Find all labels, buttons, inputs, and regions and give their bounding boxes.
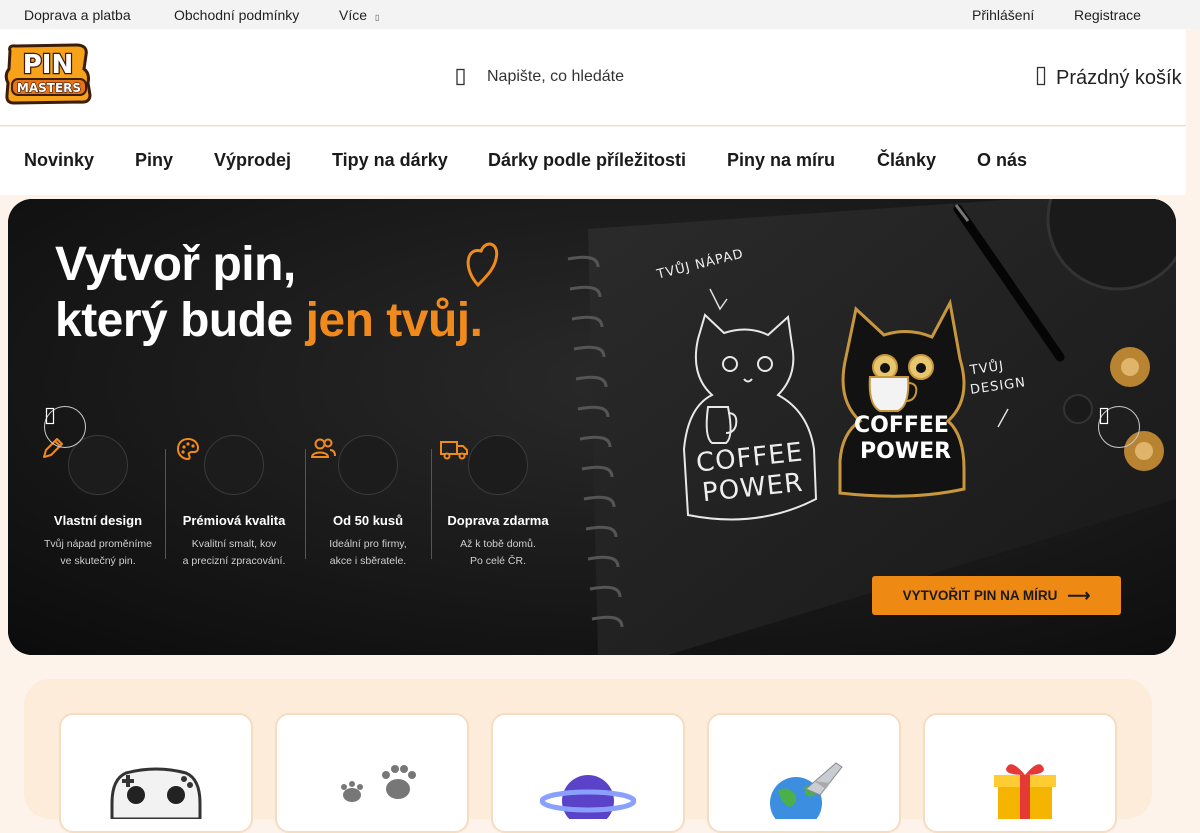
svg-text:MASTERS: MASTERS (17, 81, 81, 95)
nav-item-vyprodej[interactable]: Výprodej (214, 150, 291, 171)
truck-icon (440, 435, 528, 495)
feature-desc: Kvalitní smalt, kov a precizní zpracování… (174, 536, 294, 570)
nav-item-clanky[interactable]: Články (877, 150, 936, 171)
logo[interactable]: PIN MASTERS (4, 43, 92, 105)
terms-link[interactable]: Obchodní podmínky (174, 7, 299, 23)
feature-desc: Až k tobě domů. Po celé ČR. (438, 536, 558, 570)
pin-text-1: COFFEE (854, 413, 949, 438)
paw-icon (341, 765, 416, 802)
more-label: Více (339, 7, 368, 23)
cart-icon (1036, 66, 1046, 91)
feature-title: Prémiová kvalita (182, 513, 286, 528)
chevron-down-icon: ▯ (375, 13, 380, 22)
feature-desc-line: a precizní zpracování. (182, 555, 286, 567)
feature-desc: Tvůj nápad proměníme ve skutečný pin. (38, 536, 158, 570)
cart-button[interactable]: Prázdný košík (1036, 65, 1182, 91)
divider (431, 449, 432, 559)
hero-title-accent: jen tvůj. (305, 294, 483, 347)
feature-desc-line: akce i sběratele. (329, 555, 407, 567)
feature-desc-line: Ideální pro firmy, (329, 538, 407, 550)
site-header: PIN MASTERS Napište, co hledáte Prázdný … (0, 29, 1186, 126)
nav-item-tipy[interactable]: Tipy na dárky (332, 150, 448, 171)
nav-item-na-miru[interactable]: Piny na míru (727, 150, 835, 171)
pin-masters-logo-icon: PIN MASTERS (4, 43, 92, 105)
feature-desc-line: Kvalitní smalt, kov (191, 538, 277, 550)
nav-item-prilezitosti[interactable]: Dárky podle příležitosti (488, 150, 686, 171)
palette-icon (176, 435, 264, 495)
carousel-prev-button[interactable] (44, 406, 86, 448)
category-card-gifts[interactable] (923, 713, 1117, 833)
category-card-travel[interactable] (707, 713, 901, 833)
divider (165, 449, 166, 559)
feature-title: Vlastní design (53, 513, 143, 528)
carousel-next-button[interactable] (1098, 406, 1140, 448)
nav-item-novinky[interactable]: Novinky (24, 150, 94, 171)
nav-item-o-nas[interactable]: O nás (977, 150, 1027, 171)
register-link[interactable]: Registrace (1074, 7, 1141, 23)
cta-label: VYTVOŘIT PIN NA MÍRU (902, 588, 1058, 603)
create-pin-button[interactable]: VYTVOŘIT PIN NA MÍRU ⟶ (872, 576, 1121, 615)
main-nav: Novinky Piny Výprodej Tipy na dárky Dárk… (0, 127, 1186, 195)
login-link[interactable]: Přihlášení (972, 7, 1034, 23)
svg-text:PIN: PIN (23, 50, 74, 80)
feature-title: Doprava zdarma (447, 513, 549, 528)
cart-label: Prázdný košík (1056, 66, 1182, 89)
divider (305, 449, 306, 559)
gift-icon (994, 764, 1056, 819)
more-menu[interactable]: Více ▯ (339, 7, 379, 23)
pin-text-2: POWER (860, 439, 952, 464)
arrow-right-icon: ⟶ (1067, 587, 1091, 605)
hero-title: Vytvoř pin, který bude jen tvůj. (55, 237, 483, 349)
category-section (24, 679, 1152, 833)
search-icon (454, 68, 468, 86)
feature-title: Od 50 kusů (332, 513, 404, 528)
feature-min-qty: Od 50 kusů Ideální pro firmy, akce i sběr… (308, 435, 428, 570)
feature-desc-line: Až k tobě domů. (460, 538, 536, 550)
feature-desc: Ideální pro firmy, akce i sběratele. (308, 536, 428, 570)
nav-item-piny[interactable]: Piny (135, 150, 173, 171)
hero-title-plain: který bude (55, 294, 306, 347)
category-card-animals[interactable] (275, 713, 469, 833)
category-card-gaming[interactable] (59, 713, 253, 833)
hero-banner[interactable]: Vytvoř pin, který bude jen tvůj. TVŮJ NÁ… (8, 199, 1176, 655)
feature-desc-line: Po celé ČR. (469, 555, 527, 567)
search-placeholder: Napište, co hledáte (487, 68, 624, 85)
feature-quality: Prémiová kvalita Kvalitní smalt, kov a pr… (174, 435, 294, 570)
hero-title-line1: Vytvoř pin, (55, 238, 296, 291)
feature-own-design: Vlastní design Tvůj nápad proměníme ve sk… (38, 435, 158, 570)
feature-desc-line: ve skutečný pin. (60, 555, 136, 567)
gamepad-icon (110, 767, 202, 819)
globe-plane-icon (770, 762, 843, 819)
search-input[interactable]: Napište, co hledáte (454, 64, 714, 90)
category-card-space[interactable] (491, 713, 685, 833)
top-bar: Doprava a platba Obchodní podmínky Více ▯… (0, 0, 1200, 29)
users-icon (310, 435, 398, 495)
hero-title-line2: který bude jen tvůj. (55, 293, 483, 349)
feature-free-shipping: Doprava zdarma Až k tobě domů. Po celé ČR… (438, 435, 558, 570)
shipping-payment-link[interactable]: Doprava a platba (24, 7, 131, 23)
feature-desc-line: Tvůj nápad proměníme (44, 538, 152, 550)
planet-icon (540, 775, 636, 819)
